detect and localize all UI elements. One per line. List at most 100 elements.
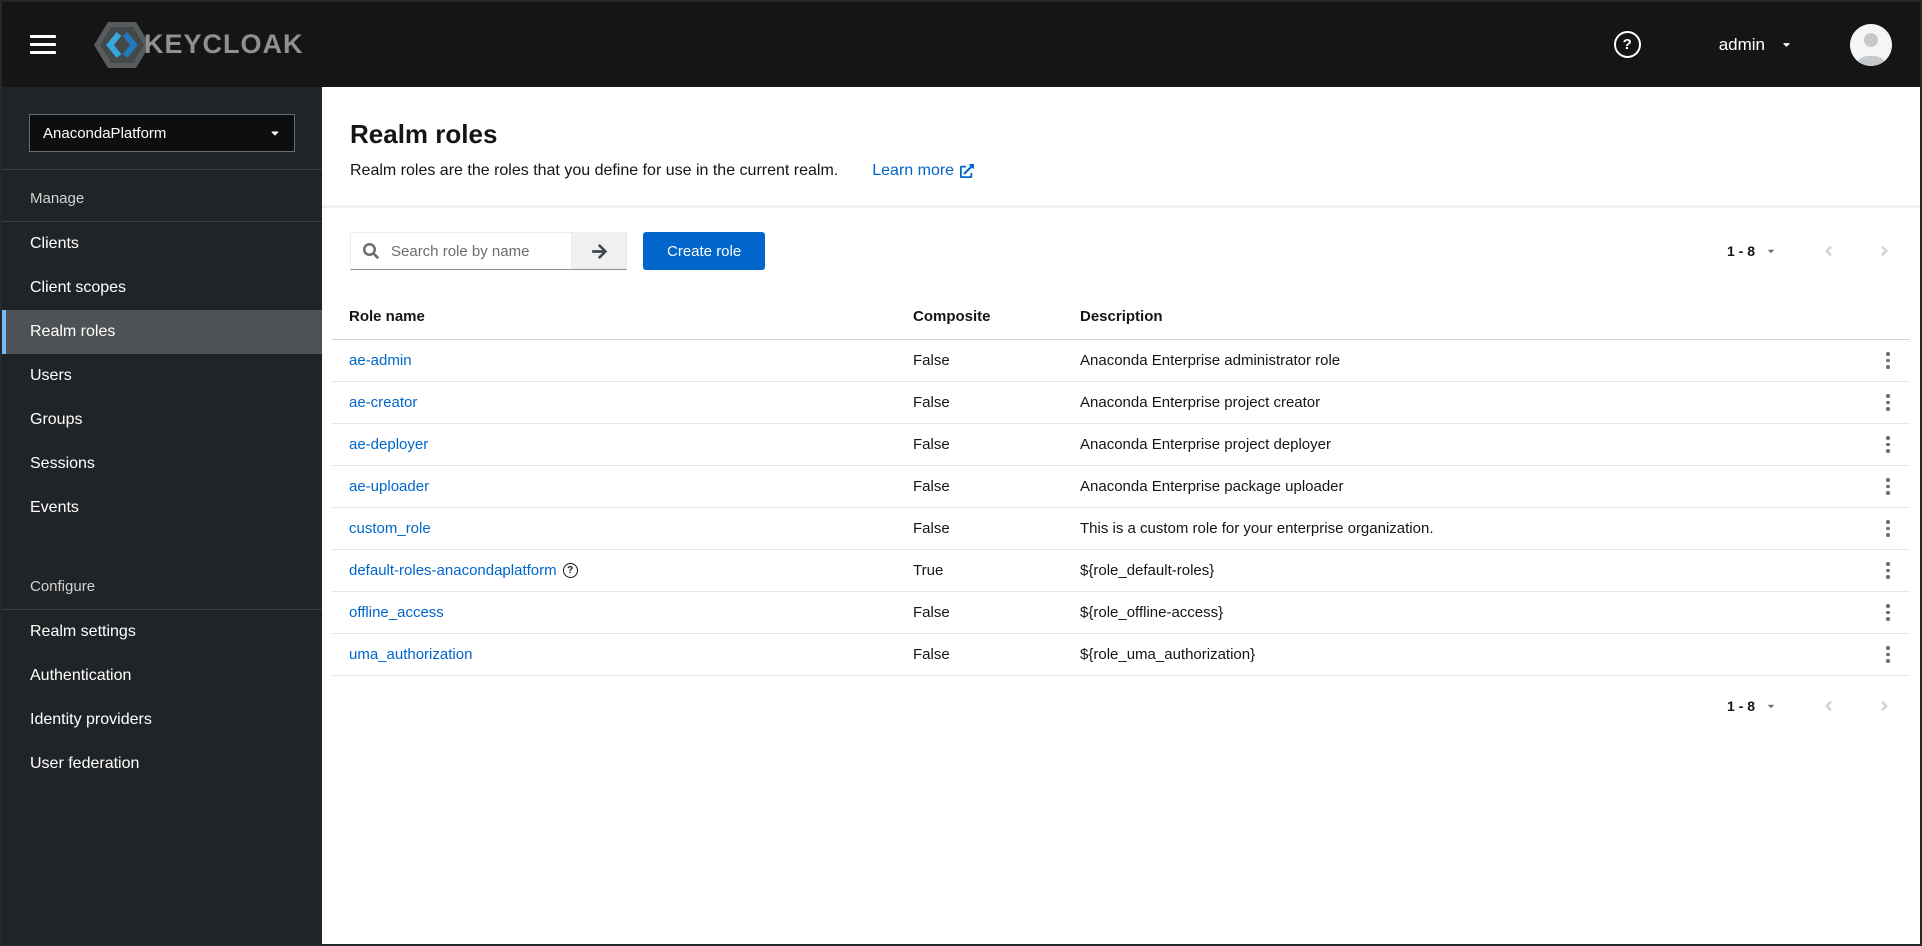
pagination-range-dropdown[interactable]: 1 - 8 [1727, 698, 1776, 714]
nav-item-list: Clients Client scopes Realm roles Users Grou… [2, 222, 322, 530]
page-title: Realm roles [350, 119, 498, 149]
sidebar-item-identity-providers[interactable]: Identity providers [2, 698, 322, 742]
composite-cell: False [913, 436, 950, 453]
table-header-row: Role name Composite Description [332, 294, 1910, 340]
chevron-left-icon[interactable] [1820, 698, 1836, 714]
composite-cell: True [913, 562, 944, 579]
composite-cell: False [913, 394, 950, 411]
table-row: ae-creator False Anaconda Enterprise pro… [332, 382, 1910, 424]
table-row: offline_access False ${role_offline-acce… [332, 592, 1910, 634]
role-name-link[interactable]: ae-deployer [349, 436, 428, 453]
description-cell: ${role_default-roles} [1080, 562, 1215, 579]
realm-selector-value: AnacondaPlatform [43, 124, 167, 142]
description-cell: ${role_offline-access} [1080, 604, 1224, 621]
composite-cell: False [913, 478, 950, 495]
user-name: admin [1718, 34, 1765, 54]
role-name-link[interactable]: offline_access [349, 604, 444, 621]
keycloak-hexagon-icon [94, 21, 150, 69]
role-name-link[interactable]: uma_authorization [349, 646, 472, 663]
table-row: uma_authorization False ${role_uma_autho… [332, 634, 1910, 676]
nav-section-label: Manage [30, 190, 85, 207]
description-cell: This is a custom role for your enterpris… [1080, 520, 1434, 537]
masthead: KEYCLOAK ? admin [2, 2, 1920, 87]
composite-cell: False [913, 646, 950, 663]
chevron-right-icon[interactable] [1876, 243, 1892, 259]
masthead-right: ? admin [1613, 23, 1892, 66]
external-link-icon [960, 164, 975, 178]
main-content: Realm roles Realm roles are the roles th… [322, 87, 1920, 944]
table-row: custom_role False This is a custom role … [332, 508, 1910, 550]
sidebar-nav: Manage Clients Client scopes Realm roles Us… [2, 170, 322, 786]
role-help-icon[interactable]: ? [562, 563, 578, 578]
sidebar-item-users[interactable]: Users [2, 354, 322, 398]
sidebar-item-authentication[interactable]: Authentication [2, 654, 322, 698]
table-row: ae-uploader False Anaconda Enterprise pa… [332, 466, 1910, 508]
keycloak-logo[interactable]: KEYCLOAK [94, 21, 304, 69]
sidebar-item-events[interactable]: Events [2, 486, 322, 530]
arrow-right-icon [591, 243, 607, 259]
description-cell: Anaconda Enterprise project creator [1080, 394, 1321, 411]
chevron-left-icon[interactable] [1820, 243, 1836, 259]
kebab-menu-icon[interactable] [1880, 346, 1896, 375]
kebab-menu-icon[interactable] [1880, 388, 1896, 417]
bottom-pagination: 1 - 8 [1727, 698, 1892, 714]
keycloak-admin-window: KEYCLOAK ? admin AnacondaPlatform Manage… [0, 0, 1922, 946]
composite-cell: False [913, 604, 950, 621]
table-toolbar: Create role 1 - 8 [322, 208, 1920, 294]
sidebar-item-realm-roles[interactable]: Realm roles [2, 310, 322, 354]
top-pagination: 1 - 8 [1727, 243, 1892, 259]
table-row: ae-deployer False Anaconda Enterprise pr… [332, 424, 1910, 466]
role-name-link[interactable]: custom_role [349, 520, 431, 537]
role-name-link[interactable]: ae-admin [349, 352, 412, 369]
search-input[interactable] [350, 232, 572, 270]
pagination-range-dropdown[interactable]: 1 - 8 [1727, 243, 1776, 259]
description-cell: ${role_uma_authorization} [1080, 646, 1256, 663]
nav-section: Configure Realm settings Authentication Id… [2, 558, 322, 786]
description-cell: Anaconda Enterprise administrator role [1080, 352, 1341, 369]
page-description: Realm roles are the roles that you defin… [350, 162, 839, 179]
kebab-menu-icon[interactable] [1880, 598, 1896, 627]
brand-text: KEYCLOAK [144, 29, 304, 59]
nav-section-label: Configure [30, 578, 96, 595]
user-dropdown[interactable]: admin [1719, 35, 1792, 55]
role-name-link[interactable]: ae-creator [349, 394, 417, 411]
bottom-pagination-wrap: 1 - 8 [322, 676, 1920, 714]
column-header-composite: Composite [913, 308, 991, 325]
search-icon [363, 243, 379, 264]
column-header-role-name: Role name [349, 308, 425, 325]
kebab-menu-icon[interactable] [1880, 514, 1896, 543]
nav-item-list: Realm settings Authentication Identity pro… [2, 610, 322, 786]
sidebar-item-client-scopes[interactable]: Client scopes [2, 266, 322, 310]
kebab-menu-icon[interactable] [1880, 472, 1896, 501]
learn-more-link[interactable]: Learn more [872, 159, 975, 183]
caret-down-icon [269, 127, 281, 139]
hamburger-menu-icon[interactable] [30, 35, 56, 54]
kebab-menu-icon[interactable] [1880, 430, 1896, 459]
pagination-range: 1 - 8 [1726, 243, 1755, 259]
kebab-menu-icon[interactable] [1880, 556, 1896, 585]
help-icon[interactable]: ? [1613, 31, 1641, 58]
sidebar-item-groups[interactable]: Groups [2, 398, 322, 442]
chevron-right-icon[interactable] [1876, 698, 1892, 714]
description-cell: Anaconda Enterprise package uploader [1080, 478, 1344, 495]
nav-section: Manage Clients Client scopes Realm roles Us… [2, 170, 322, 530]
role-name-link[interactable]: default-roles-anacondaplatform [349, 562, 557, 579]
kebab-menu-icon[interactable] [1880, 640, 1896, 669]
search-submit-button[interactable] [572, 232, 627, 270]
composite-cell: False [913, 352, 950, 369]
column-header-description: Description [1080, 308, 1163, 325]
sidebar-item-clients[interactable]: Clients [2, 222, 322, 266]
create-role-button[interactable]: Create role [643, 232, 766, 270]
sidebar-item-realm-settings[interactable]: Realm settings [2, 610, 322, 654]
avatar[interactable] [1850, 23, 1892, 66]
table-body: ae-admin False Anaconda Enterprise admin… [332, 340, 1910, 676]
page-header: Realm roles Realm roles are the roles th… [322, 87, 1920, 208]
table-row: ae-admin False Anaconda Enterprise admin… [332, 340, 1910, 382]
sidebar: AnacondaPlatform Manage Clients Client sc… [2, 87, 322, 944]
sidebar-item-user-federation[interactable]: User federation [2, 742, 322, 786]
realm-selector[interactable]: AnacondaPlatform [29, 114, 295, 152]
sidebar-item-sessions[interactable]: Sessions [2, 442, 322, 486]
composite-cell: False [913, 520, 950, 537]
caret-down-icon [1766, 246, 1776, 256]
role-name-link[interactable]: ae-uploader [349, 478, 429, 495]
